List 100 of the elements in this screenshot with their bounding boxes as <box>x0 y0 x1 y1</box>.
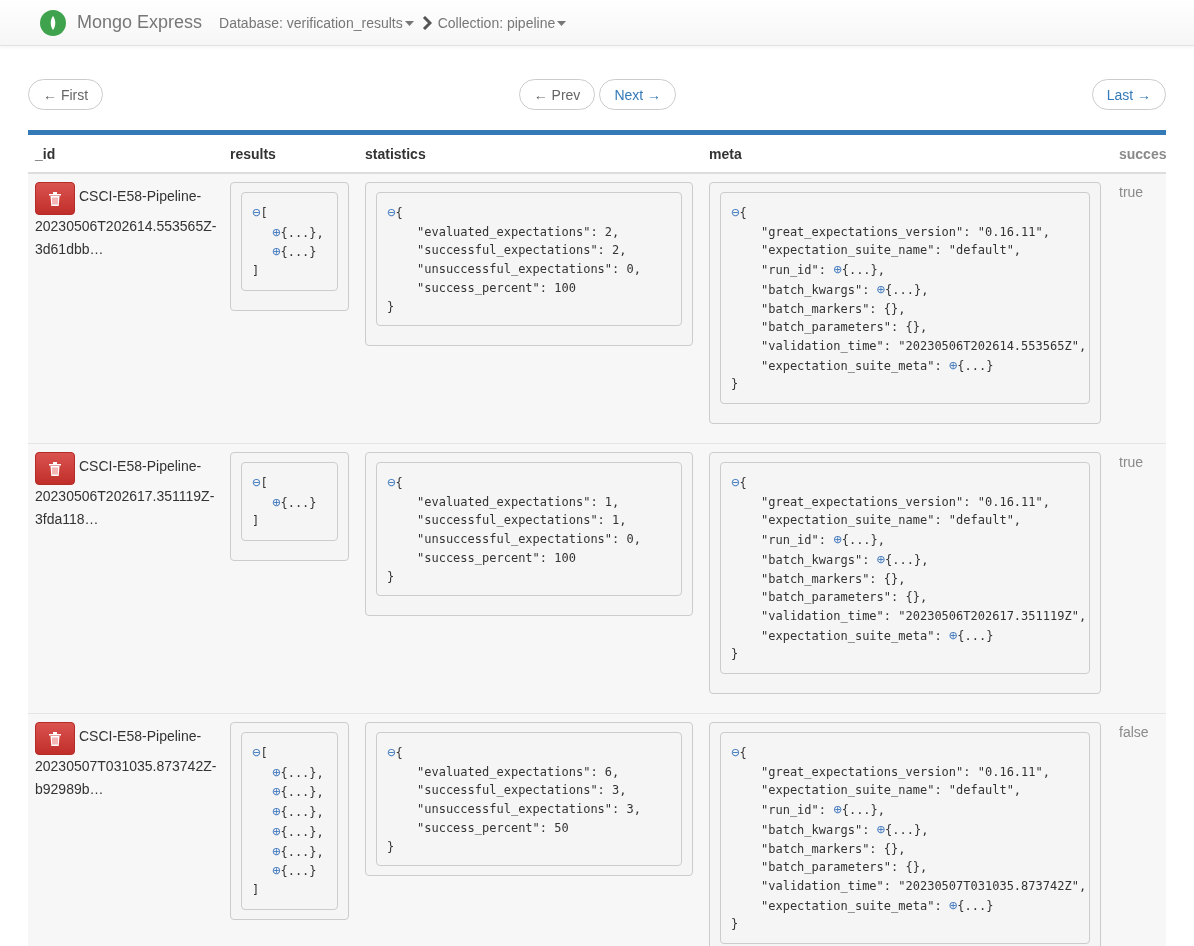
table-cell: false <box>1119 724 1149 741</box>
code-text: } <box>387 299 395 314</box>
code-text: "successful_expectations": 3, <box>417 783 627 798</box>
code-text: {...}, <box>841 263 886 278</box>
brand-link[interactable]: Mongo Express <box>77 12 203 33</box>
expand-toggle[interactable]: ⊕ <box>948 896 958 913</box>
last-page-button[interactable]: Last → <box>1091 79 1166 110</box>
code-text: "batch_kwargs": <box>761 822 871 837</box>
expand-toggle[interactable]: ⊕ <box>272 842 281 859</box>
code-text: {...} <box>280 245 317 260</box>
code-text: "run_id": <box>761 803 828 818</box>
code-text: {...}, <box>885 822 929 837</box>
expand-toggle[interactable]: ⊖ <box>387 744 396 761</box>
code-text: {...}, <box>841 533 886 548</box>
trash-icon <box>49 461 61 476</box>
code-text: {...}, <box>280 785 324 800</box>
code-text: {...}, <box>841 803 886 818</box>
expand-toggle[interactable]: ⊖ <box>731 744 740 761</box>
expand-toggle[interactable]: ⊕ <box>833 261 842 278</box>
code-text: } <box>387 569 395 584</box>
expand-toggle[interactable]: ⊕ <box>272 243 281 260</box>
expand-toggle[interactable]: ⊕ <box>272 223 281 240</box>
code-text: {...}, <box>885 282 929 297</box>
code-text: "expectation_suite_meta": <box>761 358 943 373</box>
code-text: } <box>731 377 739 392</box>
code-text: { <box>395 206 403 220</box>
code-text: "expectation_suite_name": "default", <box>761 783 1022 798</box>
code-text: [ <box>260 746 268 761</box>
code-text: "run_id": <box>761 533 828 548</box>
leaf-logo-icon <box>40 9 66 36</box>
expand-toggle[interactable]: ⊖ <box>731 474 740 491</box>
code-text: "evaluated_expectations": 1, <box>417 494 620 509</box>
code-text: {...} <box>957 898 994 913</box>
first-page-button[interactable]: ← First <box>28 79 104 110</box>
expand-toggle[interactable]: ⊕ <box>272 822 281 839</box>
code-text: "expectation_suite_meta": <box>761 628 943 643</box>
code-text: {...} <box>957 628 994 643</box>
code-text: "great_expectations_version": "0.16.11", <box>761 764 1050 779</box>
expand-toggle[interactable]: ⊕ <box>948 626 958 643</box>
table-cell: true <box>1119 184 1144 200</box>
code-text: "batch_kwargs": <box>761 552 871 567</box>
code-text: {...} <box>280 864 317 879</box>
expand-toggle[interactable]: ⊖ <box>252 474 261 491</box>
column-header[interactable]: statistics <box>365 146 426 162</box>
code-text: { <box>739 746 747 761</box>
breadcrumb-dropdown[interactable]: Database: verification_results <box>219 14 414 31</box>
column-header[interactable]: succes <box>1119 146 1166 162</box>
code-text: "batch_parameters": {}, <box>761 320 928 335</box>
expand-toggle[interactable]: ⊕ <box>833 801 842 818</box>
code-text: "great_expectations_version": "0.16.11", <box>761 494 1050 509</box>
expand-toggle[interactable]: ⊕ <box>876 550 886 567</box>
expand-toggle[interactable]: ⊕ <box>876 820 886 837</box>
delete-button[interactable] <box>35 182 75 215</box>
code-text: "run_id": <box>761 263 828 278</box>
expand-toggle[interactable]: ⊕ <box>272 783 281 800</box>
code-text: {...} <box>957 358 994 373</box>
expand-toggle[interactable]: ⊕ <box>272 803 281 820</box>
code-text: ] <box>252 264 260 279</box>
code-text: "evaluated_expectations": 6, <box>417 764 620 779</box>
code-text: "unsuccessful_expectations": 0, <box>417 262 641 277</box>
expand-toggle[interactable]: ⊕ <box>876 280 886 297</box>
code-text: "unsuccessful_expectations": 3, <box>417 802 641 817</box>
expand-toggle[interactable]: ⊖ <box>731 204 740 220</box>
code-text: {...} <box>280 495 317 510</box>
delete-button[interactable] <box>35 452 75 486</box>
trash-icon <box>49 731 61 746</box>
code-text: "success_percent": 50 <box>417 820 569 835</box>
code-text: {...}, <box>280 765 324 780</box>
code-text: { <box>739 476 747 491</box>
column-header[interactable]: results <box>230 146 276 162</box>
code-text: {...}, <box>280 824 324 839</box>
expand-toggle[interactable]: ⊕ <box>272 763 281 780</box>
expand-toggle[interactable]: ⊕ <box>833 531 842 548</box>
previous-page-button[interactable]: ← Prev <box>518 79 596 110</box>
expand-toggle[interactable]: ⊖ <box>387 474 396 491</box>
code-text: "great_expectations_version": "0.16.11", <box>761 224 1050 239</box>
expand-toggle[interactable]: ⊕ <box>948 356 958 373</box>
column-header[interactable]: _id <box>35 146 56 162</box>
code-text: "batch_parameters": {}, <box>761 860 928 875</box>
code-text: "batch_kwargs": <box>761 282 871 297</box>
code-text: "validation_time": "20230506T202614.553565Z", <box>761 338 1087 353</box>
next-page-button[interactable]: Next → <box>599 79 677 110</box>
chevron-right-icon <box>421 15 432 30</box>
table-cell: true <box>1119 454 1144 471</box>
expand-toggle[interactable]: ⊖ <box>252 744 261 761</box>
code-text: "batch_markers": {}, <box>761 571 906 586</box>
code-text: "successful_expectations": 2, <box>417 243 627 258</box>
expand-toggle[interactable]: ⊕ <box>272 862 281 879</box>
code-text: "batch_parameters": {}, <box>761 590 928 605</box>
code-text: "unsuccessful_expectations": 0, <box>417 532 641 547</box>
breadcrumb-dropdown[interactable]: Collection: pipeline <box>437 14 567 31</box>
delete-button[interactable] <box>35 722 75 756</box>
expand-toggle[interactable]: ⊕ <box>272 493 281 510</box>
code-text: ] <box>252 883 260 897</box>
column-header[interactable]: meta <box>709 146 742 162</box>
code-text: "expectation_suite_name": "default", <box>761 243 1022 258</box>
expand-toggle[interactable]: ⊖ <box>252 204 261 220</box>
expand-toggle[interactable]: ⊖ <box>387 204 396 220</box>
code-text: "expectation_suite_name": "default", <box>761 513 1022 528</box>
trash-icon <box>49 191 61 206</box>
